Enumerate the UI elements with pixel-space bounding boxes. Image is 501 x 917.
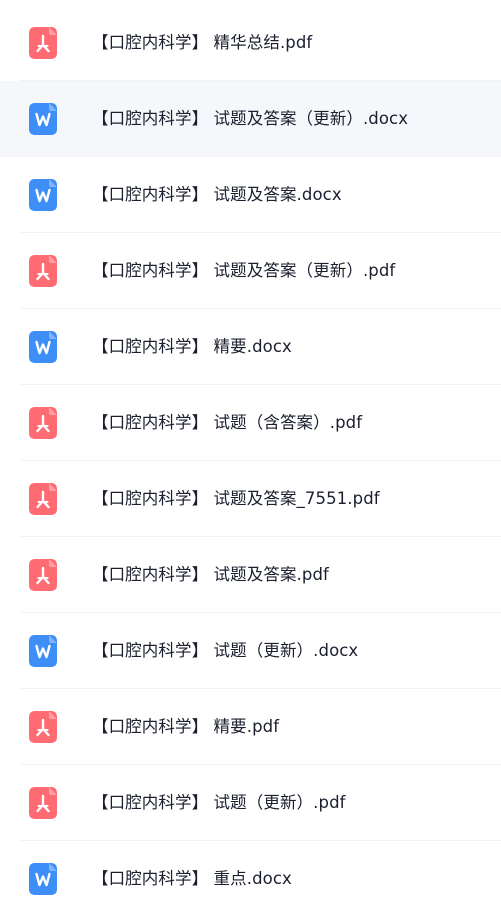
word-icon <box>29 179 57 211</box>
word-icon <box>29 103 57 135</box>
file-name: 【口腔内科学】 试题（更新）.docx <box>92 641 359 660</box>
file-row[interactable]: 【口腔内科学】 试题及答案.pdf <box>0 537 501 613</box>
file-row[interactable]: 【口腔内科学】 精要.pdf <box>0 689 501 765</box>
word-icon <box>29 863 57 895</box>
file-name: 【口腔内科学】 精要.docx <box>92 337 292 356</box>
file-row[interactable]: 【口腔内科学】 试题（更新）.pdf <box>0 765 501 841</box>
file-row[interactable]: 【口腔内科学】 精要.docx <box>0 309 501 385</box>
file-row[interactable]: 【口腔内科学】 试题及答案（更新）.docx <box>0 81 501 157</box>
file-row[interactable]: 【口腔内科学】 试题（含答案）.pdf <box>0 385 501 461</box>
pdf-icon <box>29 559 57 591</box>
word-icon <box>29 331 57 363</box>
pdf-icon <box>29 407 57 439</box>
file-row[interactable]: 【口腔内科学】 试题（更新）.docx <box>0 613 501 689</box>
file-list: 【口腔内科学】 精华总结.pdf 【口腔内科学】 试题及答案（更新）.docx … <box>0 5 501 917</box>
file-name: 【口腔内科学】 试题及答案（更新）.docx <box>92 109 409 128</box>
file-row[interactable]: 【口腔内科学】 试题及答案_7551.pdf <box>0 461 501 537</box>
pdf-icon <box>29 255 57 287</box>
file-name: 【口腔内科学】 试题及答案.pdf <box>92 565 329 584</box>
file-name: 【口腔内科学】 精要.pdf <box>92 717 280 736</box>
pdf-icon <box>29 711 57 743</box>
file-name: 【口腔内科学】 试题及答案_7551.pdf <box>92 489 380 508</box>
file-row[interactable]: 【口腔内科学】 重点.docx <box>0 841 501 917</box>
word-icon <box>29 635 57 667</box>
file-name: 【口腔内科学】 试题（含答案）.pdf <box>92 413 363 432</box>
file-row[interactable]: 【口腔内科学】 试题及答案.docx <box>0 157 501 233</box>
pdf-icon <box>29 787 57 819</box>
file-row[interactable]: 【口腔内科学】 精华总结.pdf <box>0 5 501 81</box>
file-name: 【口腔内科学】 试题及答案.docx <box>92 185 342 204</box>
pdf-icon <box>29 27 57 59</box>
file-name: 【口腔内科学】 精华总结.pdf <box>92 33 313 52</box>
file-name: 【口腔内科学】 重点.docx <box>92 869 292 888</box>
file-name: 【口腔内科学】 试题（更新）.pdf <box>92 793 346 812</box>
pdf-icon <box>29 483 57 515</box>
file-name: 【口腔内科学】 试题及答案（更新）.pdf <box>92 261 396 280</box>
file-row[interactable]: 【口腔内科学】 试题及答案（更新）.pdf <box>0 233 501 309</box>
